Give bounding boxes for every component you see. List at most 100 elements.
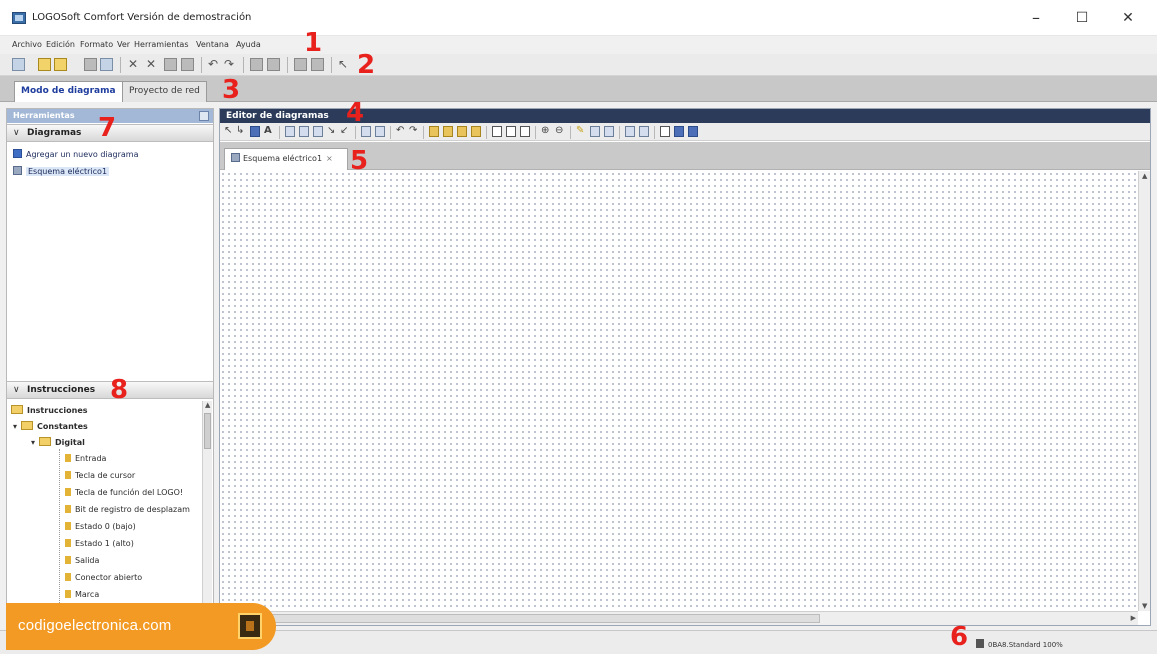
menu-edicion[interactable]: Edición [46,40,75,49]
new-file-icon[interactable] [12,58,25,71]
scroll-thumb[interactable] [260,614,820,623]
page-columns-icon[interactable] [520,126,530,137]
window-title: LOGOSoft Comfort Versión de demostración [32,12,252,23]
tab-esquema-electrico[interactable]: Esquema eléctrico1 × [224,148,348,170]
tab-network-project[interactable]: Proyecto de red [122,81,207,102]
tree-item-estado-0[interactable]: Estado 0 (bajo) [65,522,136,531]
constants-tool-icon[interactable] [250,126,260,137]
undo-icon[interactable]: ↶ [396,125,404,136]
menu-ventana[interactable]: Ventana [196,40,229,49]
expand-icon[interactable]: ▾ [31,438,35,447]
transfer-pc-logo-icon[interactable] [250,58,263,71]
copy-icon[interactable] [164,58,177,71]
text-tool-icon[interactable]: A [264,125,272,136]
tree-root-label: Instrucciones [27,406,88,415]
paste-icon[interactable] [181,58,194,71]
menu-formato[interactable]: Formato [80,40,113,49]
table-icon[interactable] [639,126,649,137]
tree-item-tecla-funcion[interactable]: Tecla de función del LOGO! [65,488,183,497]
align-icon[interactable] [285,126,295,137]
scroll-up-icon[interactable]: ▲ [1142,172,1147,180]
select-pointer-icon[interactable]: ↖ [224,125,232,136]
tab-diagram-mode[interactable]: Modo de diagrama [14,81,123,102]
app-window: LOGOSoft Comfort Versión de demostración… [0,0,1157,654]
signal-icon[interactable] [660,126,670,137]
scroll-right-icon[interactable]: ▶ [1131,614,1136,622]
close-button[interactable]: ✕ [1108,6,1148,30]
undo-icon[interactable]: ↶ [208,57,218,71]
tree-root-instrucciones[interactable]: Instrucciones [11,405,88,415]
scroll-thumb[interactable] [204,413,211,449]
simulation-icon[interactable] [311,58,324,71]
expand-icon[interactable]: ▾ [13,422,17,431]
editor-title: Editor de diagramas [226,111,329,121]
menu-archivo[interactable]: Archivo [12,40,42,49]
tree-item-label: Tecla de función del LOGO! [75,488,184,497]
doc-tab-label: Esquema eléctrico1 [243,154,323,163]
tree-item-label: Salida [75,556,100,565]
canvas-vertical-scrollbar[interactable]: ▲ ▼ [1138,171,1150,611]
print-icon[interactable] [100,58,113,71]
online-test-icon[interactable] [294,58,307,71]
list-icon[interactable] [313,126,323,137]
sort-icon[interactable] [590,126,600,137]
tree-node-constantes[interactable]: ▾ Constantes [13,421,88,431]
zoom-out-icon[interactable]: ⊖ [555,125,563,136]
diagram-item-esquema[interactable]: Esquema eléctrico1 [13,166,110,176]
diagram-editor: Editor de diagramas ↖ ↳ A ↘ ↙ ↶ ↷ ⊕ ⊖ ✎ … [219,108,1151,626]
scroll-down-icon[interactable]: ▼ [1142,602,1147,610]
tree-item-marca[interactable]: Marca [65,590,99,599]
split-connector-icon[interactable]: ↘ [327,125,335,136]
properties-icon[interactable] [688,126,698,137]
menu-ver[interactable]: Ver [117,40,130,49]
tree-item-tecla-cursor[interactable]: Tecla de cursor [65,471,135,480]
collapse-panel-icon[interactable] [199,111,209,121]
parameter-icon[interactable] [674,126,684,137]
new-diagram-icon[interactable] [38,58,51,71]
menu-herramientas[interactable]: Herramientas [134,40,189,49]
connect-tool-icon[interactable]: ↳ [236,125,244,136]
tree-node-digital[interactable]: ▾ Digital [31,437,85,447]
block-co-icon[interactable] [429,126,439,137]
tree-item-entrada[interactable]: Entrada [65,454,106,463]
tree-node-label: Digital [55,438,85,447]
block-ud-icon[interactable] [471,126,481,137]
page-split-icon[interactable] [506,126,516,137]
device-icon [976,639,984,648]
tree-item-bit-registro[interactable]: Bit de registro de desplazam [65,505,190,514]
save-icon[interactable] [84,58,97,71]
transfer-logo-pc-icon[interactable] [267,58,280,71]
annotation-6: 6 [950,622,969,652]
zoom-in-icon[interactable]: ⊕ [541,125,549,136]
arrange-icon[interactable] [604,126,614,137]
scroll-up-icon[interactable]: ▲ [205,401,210,409]
folder-icon [11,405,23,414]
block-sf-icon[interactable] [457,126,467,137]
instructions-scrollbar[interactable]: ▲ [202,401,212,607]
maximize-button[interactable]: ☐ [1062,6,1102,30]
help-pointer-icon[interactable]: ↖ [338,57,348,71]
open-folder-icon[interactable] [54,58,67,71]
menu-ayuda[interactable]: Ayuda [236,40,261,49]
redo-icon[interactable]: ↷ [409,125,417,136]
canvas-horizontal-scrollbar[interactable]: ▶ [220,611,1138,625]
diagram-canvas[interactable] [220,171,1138,611]
delete-icon[interactable]: ✕ [146,57,156,71]
cut-icon[interactable]: ✕ [128,57,138,71]
tree-item-estado-1[interactable]: Estado 1 (alto) [65,539,134,548]
close-tab-icon[interactable]: × [326,154,333,163]
restore-connection-icon[interactable] [375,126,385,137]
minimize-button[interactable]: – [1016,6,1056,30]
add-diagram-icon [13,149,22,158]
page-single-icon[interactable] [492,126,502,137]
tree-item-conector-abierto[interactable]: Conector abierto [65,573,142,582]
chart-icon[interactable] [625,126,635,137]
redo-icon[interactable]: ↷ [224,57,234,71]
block-gf-icon[interactable] [443,126,453,137]
tree-item-salida[interactable]: Salida [65,556,99,565]
chevron-down-icon: ∨ [13,128,20,138]
annotation-8: 8 [110,375,129,405]
grid-icon[interactable] [299,126,309,137]
add-diagram-item[interactable]: Agregar un nuevo diagrama [13,149,138,159]
highlight-icon[interactable]: ✎ [576,125,584,136]
